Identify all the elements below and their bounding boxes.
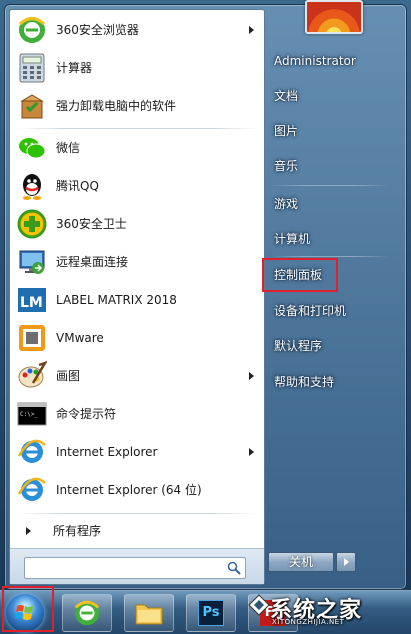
shutdown-button[interactable]: 关机 — [268, 552, 334, 572]
program-label: 强力卸载电脑中的软件 — [56, 99, 177, 113]
right-item-games[interactable]: 游戏 — [266, 191, 366, 217]
program-item-wechat[interactable]: 微信 — [10, 130, 264, 166]
paint-icon — [16, 360, 48, 392]
divider — [16, 128, 260, 129]
qq-icon — [16, 170, 48, 202]
all-programs-button[interactable]: 所有程序 — [10, 516, 264, 546]
program-label: 远程桌面连接 — [56, 255, 129, 269]
submenu-arrow-icon[interactable] — [249, 26, 254, 34]
program-label: 360安全卫士 — [56, 217, 127, 231]
program-item-calculator[interactable]: 计算器 — [10, 50, 264, 86]
photoshop-icon: Ps — [198, 600, 224, 626]
remote-desktop-icon — [16, 246, 48, 278]
program-item-qq[interactable]: 腾讯QQ — [10, 168, 264, 204]
ie-icon — [16, 474, 48, 506]
program-item-uninstaller[interactable]: 强力卸载电脑中的软件 — [10, 88, 264, 124]
svg-text:LM: LM — [20, 295, 43, 311]
360-safeguard-icon — [16, 208, 48, 240]
program-label: 腾讯QQ — [56, 179, 99, 193]
folder-icon — [135, 604, 163, 625]
program-label: 命令提示符 — [56, 407, 117, 421]
right-item-devices-printers[interactable]: 设备和打印机 — [266, 298, 366, 324]
divider — [16, 513, 260, 514]
cmd-icon: C:\>_ — [16, 398, 48, 430]
right-item-pictures[interactable]: 图片 — [266, 118, 366, 144]
program-item-vmware[interactable]: VMware — [10, 320, 264, 356]
right-item-documents[interactable]: 文档 — [266, 83, 366, 109]
divider — [270, 256, 390, 257]
program-item-ie-64[interactable]: Internet Explorer (64 位) — [10, 472, 264, 508]
taskbar-photoshop-button[interactable]: Ps — [186, 594, 236, 632]
calculator-icon — [16, 52, 48, 84]
programs-pane: 360安全浏览器 计算器 强力卸载电脑中的软件 微信 腾讯QQ 360安全卫士 — [9, 9, 265, 585]
submenu-arrow-icon[interactable] — [249, 448, 254, 456]
right-item-music[interactable]: 音乐 — [266, 153, 366, 179]
wechat-icon — [16, 132, 48, 164]
program-label: VMware — [56, 331, 104, 345]
ie-icon — [16, 436, 48, 468]
svg-text:C:\>_: C:\>_ — [20, 411, 38, 418]
program-item-remote-desktop[interactable]: 远程桌面连接 — [10, 244, 264, 280]
uninstaller-icon — [16, 90, 48, 122]
right-item-help-support[interactable]: 帮助和支持 — [266, 369, 366, 395]
all-programs-label: 所有程序 — [53, 524, 102, 538]
right-item-default-programs[interactable]: 默认程序 — [266, 333, 366, 359]
vmware-icon — [16, 322, 48, 354]
taskbar-360-browser-button[interactable] — [62, 594, 112, 632]
divider — [270, 185, 390, 186]
watermark: 系统之家 XITONGZHIJIA.NET — [248, 588, 411, 634]
program-item-360-safeguard[interactable]: 360安全卫士 — [10, 206, 264, 242]
program-label: Internet Explorer (64 位) — [56, 483, 202, 497]
control-panel-highlight-box — [262, 258, 338, 292]
taskbar-explorer-button[interactable] — [124, 594, 174, 632]
shutdown-options-arrow-icon[interactable] — [336, 552, 356, 572]
watermark-logo-icon — [248, 594, 270, 616]
program-item-cmd[interactable]: C:\>_ 命令提示符 — [10, 396, 264, 432]
right-item-computer[interactable]: 计算机 — [266, 226, 366, 252]
start-button-highlight-box — [2, 586, 54, 632]
program-label: 画图 — [56, 369, 81, 383]
program-item-label-matrix[interactable]: LM LABEL MATRIX 2018 — [10, 282, 264, 318]
label-matrix-icon: LM — [16, 284, 48, 316]
program-item-360-browser[interactable]: 360安全浏览器 — [10, 12, 264, 48]
submenu-arrow-icon[interactable] — [249, 372, 254, 380]
user-name-link[interactable]: Administrator — [266, 48, 366, 74]
360-browser-icon — [74, 600, 100, 626]
program-label: LABEL MATRIX 2018 — [56, 293, 177, 307]
search-bar — [10, 548, 264, 584]
search-input[interactable] — [24, 557, 246, 579]
program-label: 计算器 — [56, 61, 93, 75]
expand-arrow-icon — [26, 527, 31, 535]
program-item-paint[interactable]: 画图 — [10, 358, 264, 394]
program-item-ie[interactable]: Internet Explorer — [10, 434, 264, 470]
360-browser-icon — [16, 14, 48, 46]
program-label: Internet Explorer — [56, 445, 158, 459]
search-icon[interactable] — [227, 561, 241, 575]
program-label: 微信 — [56, 141, 81, 155]
program-label: 360安全浏览器 — [56, 23, 139, 37]
user-avatar[interactable] — [305, 0, 363, 34]
